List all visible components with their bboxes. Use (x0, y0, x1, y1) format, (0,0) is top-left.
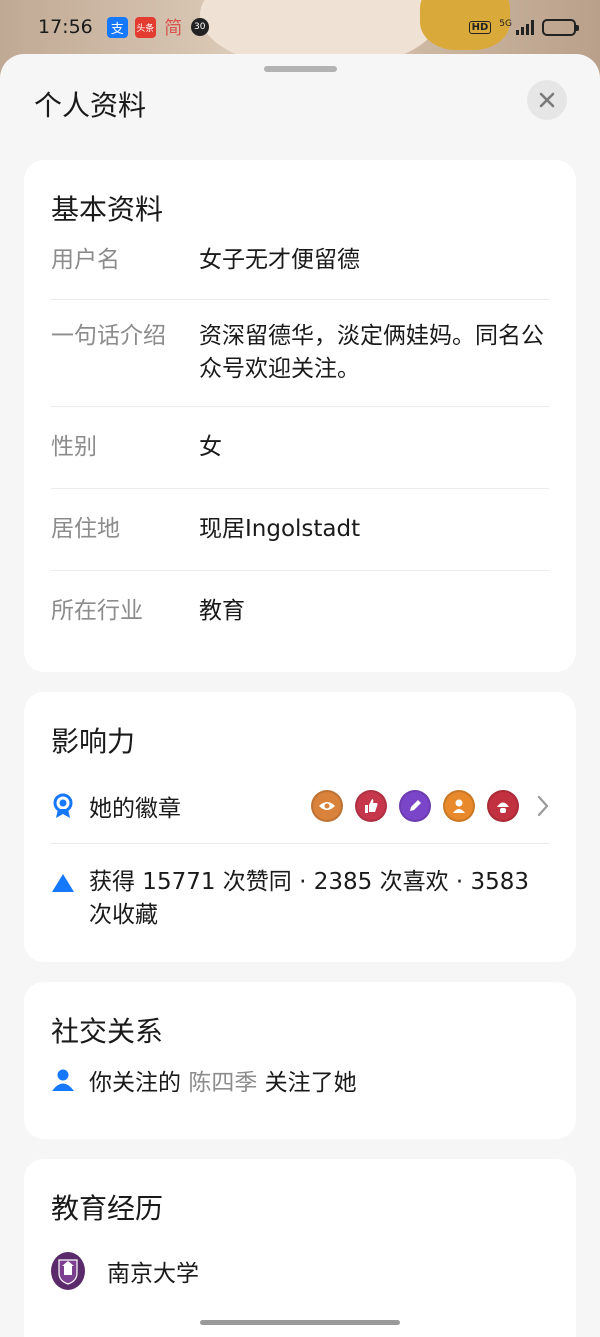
sheet-title: 个人资料 (34, 89, 147, 122)
eye-medal-icon (311, 789, 343, 822)
education-row[interactable]: 南京大学 (51, 1241, 549, 1301)
toutiao-icon: 头条 (134, 16, 156, 38)
chevron-right-icon (537, 795, 549, 817)
influence-card: 影响力 她的徽章 获得 15771 次赞同 · 2385 次喜欢 · 3583 … (24, 692, 576, 962)
status-time: 17:56 (38, 16, 93, 38)
thumbs-up-medal-icon (355, 789, 387, 822)
social-title: 社交关系 (51, 1015, 164, 1048)
home-indicator[interactable] (200, 1320, 400, 1325)
influence-title: 影响力 (51, 725, 136, 758)
upvote-triangle-icon (52, 874, 74, 892)
social-row: 你关注的 陈四季 关注了她 (51, 1060, 549, 1100)
person-icon (52, 1069, 74, 1091)
close-button[interactable] (527, 80, 567, 120)
drag-handle[interactable] (264, 66, 337, 72)
stats-text: 获得 15771 次赞同 · 2385 次喜欢 · 3583 次收藏 (89, 869, 530, 928)
info-row-location: 居住地 现居Ingolstadt (51, 489, 549, 571)
close-icon (539, 92, 555, 108)
notification-30-icon: 30 (190, 18, 209, 36)
info-row-industry: 所在行业 教育 (51, 571, 549, 648)
alipay-icon: 支 (106, 16, 128, 38)
info-row-username: 用户名 女子无才便留德 (51, 244, 549, 300)
helmet-medal-icon (487, 789, 519, 822)
basic-info-card: 基本资料 用户名 女子无才便留德 一句话介绍 资深留德华，淡定俩娃妈。同名公众号… (24, 160, 576, 672)
status-right: HD 5G (468, 18, 579, 36)
social-card: 社交关系 你关注的 陈四季 关注了她 (24, 982, 576, 1139)
pen-medal-icon (399, 789, 431, 822)
followed-user-link[interactable]: 陈四季 (188, 1070, 257, 1096)
battery-icon (542, 18, 579, 36)
info-value: 资深留德华，淡定俩娃妈。同名公众号欢迎关注。 (199, 323, 544, 382)
network-type: 5G (499, 18, 512, 29)
education-title: 教育经历 (51, 1192, 164, 1225)
signal-icon (516, 19, 534, 35)
badge-ribbon-icon (53, 793, 73, 818)
info-row-gender: 性别 女 (51, 407, 549, 489)
info-label: 一句话介绍 (51, 323, 166, 349)
badge-icons (311, 789, 519, 822)
social-text: 你关注的 陈四季 关注了她 (89, 1063, 357, 1097)
social-suffix: 关注了她 (264, 1070, 357, 1096)
person-medal-icon (443, 789, 475, 822)
stats-row: 获得 15771 次赞同 · 2385 次喜欢 · 3583 次收藏 (51, 844, 549, 932)
info-label: 性别 (51, 434, 97, 460)
badges-label: 她的徽章 (89, 795, 181, 822)
badges-row[interactable]: 她的徽章 (51, 768, 549, 844)
profile-sheet: 个人资料 基本资料 用户名 女子无才便留德 一句话介绍 资深留德华，淡定俩娃妈。… (0, 54, 600, 1337)
info-row-bio: 一句话介绍 资深留德华，淡定俩娃妈。同名公众号欢迎关注。 (51, 300, 549, 407)
info-value: 女 (199, 434, 222, 460)
hd-icon: HD (468, 20, 492, 34)
basic-info-title: 基本资料 (51, 193, 164, 226)
info-label: 所在行业 (51, 598, 143, 624)
school-name: 南京大学 (107, 1261, 199, 1287)
info-label: 用户名 (51, 247, 120, 273)
jian-icon: 简 (164, 18, 183, 39)
university-logo-icon (51, 1252, 85, 1290)
education-card: 教育经历 南京大学 (24, 1159, 576, 1337)
info-value: 现居Ingolstadt (199, 516, 361, 542)
status-bar: 17:56 支 头条 简 30 HD 5G (0, 0, 600, 54)
info-value: 女子无才便留德 (199, 247, 360, 273)
info-label: 居住地 (51, 516, 120, 542)
social-prefix: 你关注的 (89, 1070, 181, 1096)
screen: 17:56 支 头条 简 30 HD 5G 个人资料 基本资料 用户名 女子无才… (0, 0, 600, 1337)
info-value: 教育 (199, 598, 245, 624)
